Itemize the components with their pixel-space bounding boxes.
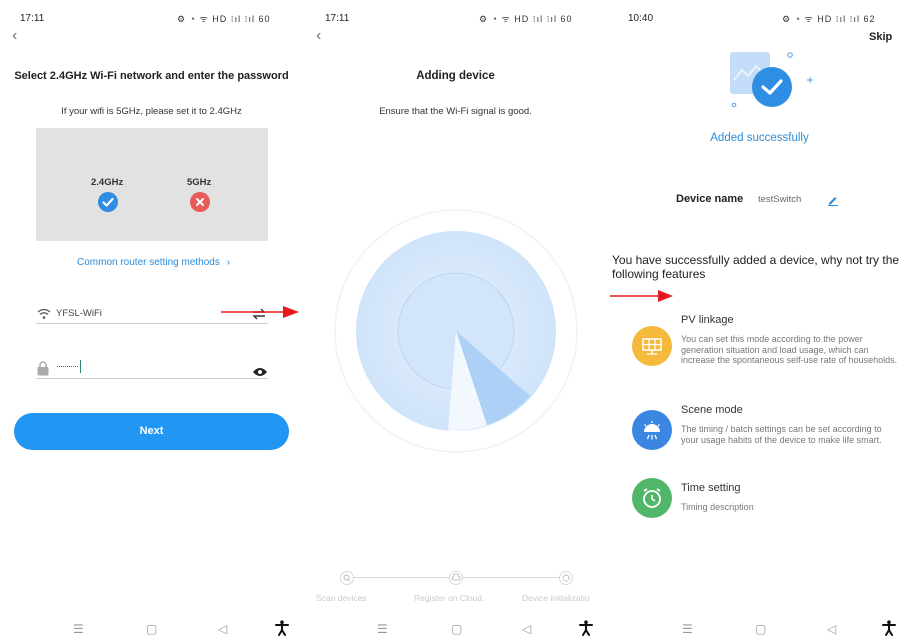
feature-promo-text: You have successfully added a device, wh… xyxy=(612,253,900,281)
band-illustration: 2.4GHz 5GHz xyxy=(36,128,268,241)
skip-button[interactable]: Skip xyxy=(869,31,892,43)
system-nav-bar: ☰ ▢ ◁ xyxy=(608,617,901,643)
status-time: 17:11 xyxy=(20,13,45,24)
menu-icon[interactable]: ☰ xyxy=(73,622,84,636)
status-time: 17:11 xyxy=(325,13,350,24)
eye-icon[interactable] xyxy=(252,364,268,376)
cloud-step-icon xyxy=(449,571,463,585)
device-name-value: testSwitch xyxy=(758,194,802,205)
page-subtitle: Ensure that the Wi-Fi signal is good. xyxy=(379,106,532,117)
home-icon[interactable]: ▢ xyxy=(755,622,766,636)
annotation-arrow xyxy=(221,305,301,319)
band-24-label: 2.4GHz xyxy=(91,177,124,188)
feature-description: Timing description xyxy=(681,502,754,512)
feature-description: You can set this mode according to the p… xyxy=(681,334,898,365)
page-subtitle: If your wifi is 5GHz, please set it to 2… xyxy=(61,106,242,117)
checkmark-icon xyxy=(98,192,118,212)
lamp-icon xyxy=(632,410,672,450)
annotation-arrow xyxy=(610,289,674,303)
init-step-icon xyxy=(559,571,573,585)
wifi-icon xyxy=(37,307,51,319)
status-icons: ⚙ ◔ ᯤ HD ⁝ıl ⁝ıl 62 xyxy=(782,14,876,24)
feature-scene-mode[interactable]: Scene mode The timing / batch settings c… xyxy=(608,400,901,470)
menu-icon[interactable]: ☰ xyxy=(377,622,388,636)
lock-icon xyxy=(37,361,49,376)
page-title: Select 2.4GHz Wi-Fi network and enter th… xyxy=(14,70,289,82)
scanning-radar xyxy=(333,208,579,454)
back-button[interactable]: ‹ xyxy=(316,27,321,45)
chevron-right-icon: › xyxy=(226,257,230,268)
password-field-underline xyxy=(36,378,268,379)
feature-pv-linkage[interactable]: PV linkage You can set this mode accordi… xyxy=(608,310,901,386)
step-label-cloud: Register on Cloud. xyxy=(414,593,485,603)
cross-icon xyxy=(190,192,210,212)
back-nav-icon[interactable]: ◁ xyxy=(522,622,531,636)
status-icons: ⚙ ◔ ᯤ HD ⁝ıl ⁝ıl 60 xyxy=(177,14,271,24)
step-label-scan: Scan devices xyxy=(316,593,367,603)
accessibility-icon[interactable] xyxy=(882,620,896,640)
device-name-label: Device name xyxy=(676,193,744,205)
router-settings-link[interactable]: Common router setting methods › xyxy=(77,257,230,268)
status-icons: ⚙ ◔ ᯤ HD ⁝ıl ⁝ıl 60 xyxy=(479,14,573,24)
wifi-setup-screen: 17:11 ⚙ ◔ ᯤ HD ⁝ıl ⁝ıl 60 ‹ Select 2.4GH… xyxy=(0,0,303,643)
wifi-field-underline xyxy=(36,323,268,324)
step-label-init: Device initializatio xyxy=(522,593,590,603)
accessibility-icon[interactable] xyxy=(579,620,593,640)
success-badge-icon xyxy=(726,46,816,116)
success-message: Added successfully xyxy=(710,132,809,144)
menu-icon[interactable]: ☰ xyxy=(682,622,693,636)
back-button[interactable]: ‹ xyxy=(12,27,17,45)
text-cursor xyxy=(79,360,81,373)
password-value: ··········· xyxy=(56,360,79,371)
wifi-name-field[interactable]: YFSL-WiFi xyxy=(56,308,102,319)
feature-title: Time setting xyxy=(681,482,741,494)
solar-panel-icon xyxy=(632,326,672,366)
system-nav-bar: ☰ ▢ ◁ xyxy=(0,617,303,643)
accessibility-icon[interactable] xyxy=(275,620,289,640)
added-successfully-screen: 10:40 ⚙ ◔ ᯤ HD ⁝ıl ⁝ıl 62 Skip Added suc… xyxy=(608,0,901,643)
back-nav-icon[interactable]: ◁ xyxy=(827,622,836,636)
back-nav-icon[interactable]: ◁ xyxy=(218,622,227,636)
feature-title: PV linkage xyxy=(681,314,734,326)
page-title: Adding device xyxy=(416,70,495,82)
system-nav-bar: ☰ ▢ ◁ xyxy=(303,617,608,643)
scan-step-icon xyxy=(340,571,354,585)
status-time: 10:40 xyxy=(628,13,654,24)
adding-device-screen: 17:11 ⚙ ◔ ᯤ HD ⁝ıl ⁝ıl 60 ‹ Adding devic… xyxy=(303,0,608,643)
home-icon[interactable]: ▢ xyxy=(451,622,462,636)
password-field[interactable]: ··········· xyxy=(56,360,81,373)
home-icon[interactable]: ▢ xyxy=(146,622,157,636)
alarm-clock-icon xyxy=(632,478,672,518)
feature-title: Scene mode xyxy=(681,404,743,416)
edit-icon[interactable] xyxy=(827,193,839,206)
feature-description: The timing / batch settings can be set a… xyxy=(681,424,882,445)
next-button[interactable]: Next xyxy=(14,413,289,450)
feature-time-setting[interactable]: Time setting Timing description xyxy=(608,478,901,523)
router-settings-link-text: Common router setting methods xyxy=(77,257,220,268)
band-5-label: 5GHz xyxy=(187,177,212,188)
